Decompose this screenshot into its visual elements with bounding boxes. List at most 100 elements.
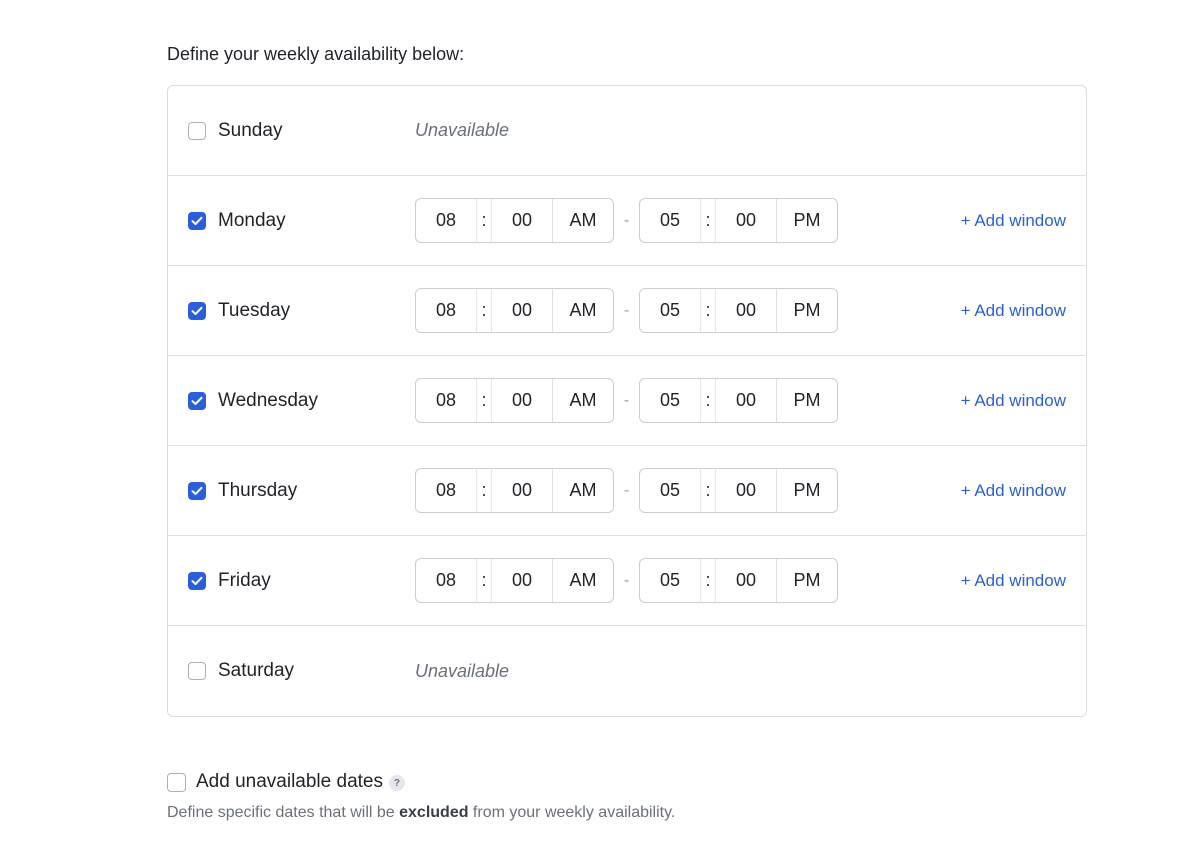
checkmark-icon	[191, 396, 203, 405]
start-minute-input[interactable]: 00	[492, 289, 553, 332]
time-colon: :	[700, 559, 716, 602]
day-row-wednesday: Wednesday 08 : 00 AM - 05 : 00 PM + Add …	[168, 356, 1086, 446]
day-checkbox-saturday[interactable]	[188, 662, 206, 680]
start-time-picker: 08 : 00 AM	[415, 468, 614, 513]
desc-text-after: from your weekly availability.	[468, 804, 676, 821]
day-label: Tuesday	[218, 299, 291, 321]
checkmark-icon	[191, 576, 203, 585]
end-hour-input[interactable]: 05	[640, 199, 700, 242]
end-time-picker: 05 : 00 PM	[639, 558, 838, 603]
unavailable-dates-label: Add unavailable dates	[196, 771, 383, 792]
end-minute-input[interactable]: 00	[716, 199, 777, 242]
end-time-picker: 05 : 00 PM	[639, 198, 838, 243]
start-ampm-select[interactable]: AM	[553, 199, 613, 242]
checkmark-icon	[191, 486, 203, 495]
time-window: 08 : 00 AM - 05 : 00 PM	[415, 198, 838, 243]
availability-page: Define your weekly availability below: S…	[0, 0, 1200, 848]
time-colon: :	[700, 469, 716, 512]
end-hour-input[interactable]: 05	[640, 559, 700, 602]
add-window-link-wednesday[interactable]: + Add window	[961, 391, 1066, 411]
end-time-picker: 05 : 00 PM	[639, 468, 838, 513]
add-window-link-tuesday[interactable]: + Add window	[961, 301, 1066, 321]
page-heading: Define your weekly availability below:	[167, 44, 465, 64]
day-row-tuesday: Tuesday 08 : 00 AM - 05 : 00 PM + Add wi…	[168, 266, 1086, 356]
time-window: 08 : 00 AM - 05 : 00 PM	[415, 468, 838, 513]
desc-text-before: Define specific dates that will be	[167, 804, 400, 821]
time-colon: :	[476, 469, 492, 512]
day-checkbox-tuesday[interactable]	[188, 301, 206, 320]
start-ampm-select[interactable]: AM	[553, 379, 613, 422]
start-hour-input[interactable]: 08	[416, 379, 476, 422]
day-checkbox-friday[interactable]	[188, 571, 206, 590]
checkmark-icon	[191, 216, 203, 225]
add-window-link-monday[interactable]: + Add window	[961, 211, 1066, 231]
time-window: 08 : 00 AM - 05 : 00 PM	[415, 288, 838, 333]
time-colon: :	[476, 559, 492, 602]
day-checkbox-wednesday[interactable]	[188, 391, 206, 410]
desc-text-bold: excluded	[399, 804, 469, 821]
day-label: Saturday	[218, 660, 295, 681]
time-window: 08 : 00 AM - 05 : 00 PM	[415, 378, 838, 423]
start-minute-input[interactable]: 00	[492, 379, 553, 422]
day-row-monday: Monday 08 : 00 AM - 05 : 00 PM + Add win…	[168, 176, 1086, 266]
unavailable-dates-description: Define specific dates that will be exclu…	[167, 804, 867, 822]
end-hour-input[interactable]: 05	[640, 379, 700, 422]
day-row-sunday: Sunday Unavailable	[168, 86, 1086, 176]
time-range-dash: -	[623, 391, 630, 409]
checkmark-icon	[191, 306, 203, 315]
day-label: Sunday	[218, 119, 283, 141]
unavailable-dates-checkbox[interactable]	[167, 772, 186, 792]
add-window-link-thursday[interactable]: + Add window	[961, 481, 1066, 501]
start-ampm-select[interactable]: AM	[553, 469, 613, 512]
weekly-availability-card: Sunday Unavailable Monday 08 : 00 AM - 0…	[167, 85, 1087, 717]
time-window: 08 : 00 AM - 05 : 00 PM	[415, 558, 838, 603]
start-ampm-select[interactable]: AM	[553, 289, 613, 332]
day-row-thursday: Thursday 08 : 00 AM - 05 : 00 PM + Add w…	[168, 446, 1086, 536]
start-minute-input[interactable]: 00	[492, 469, 553, 512]
end-minute-input[interactable]: 00	[716, 289, 777, 332]
time-range-dash: -	[623, 571, 630, 589]
end-ampm-select[interactable]: PM	[777, 469, 837, 512]
start-hour-input[interactable]: 08	[416, 289, 476, 332]
unavailable-status: Unavailable	[415, 660, 510, 681]
day-checkbox-monday[interactable]	[188, 211, 206, 230]
end-minute-input[interactable]: 00	[716, 379, 777, 422]
start-hour-input[interactable]: 08	[416, 199, 476, 242]
start-hour-input[interactable]: 08	[416, 469, 476, 512]
time-colon: :	[700, 289, 716, 332]
start-time-picker: 08 : 00 AM	[415, 558, 614, 603]
add-window-link-friday[interactable]: + Add window	[961, 571, 1066, 591]
end-hour-input[interactable]: 05	[640, 289, 700, 332]
time-colon: :	[700, 379, 716, 422]
time-colon: :	[476, 289, 492, 332]
time-range-dash: -	[623, 301, 630, 319]
end-ampm-select[interactable]: PM	[777, 199, 837, 242]
day-label: Wednesday	[218, 389, 318, 411]
day-label: Monday	[218, 209, 286, 231]
start-time-picker: 08 : 00 AM	[415, 378, 614, 423]
day-checkbox-sunday[interactable]	[188, 121, 206, 140]
start-minute-input[interactable]: 00	[492, 199, 553, 242]
start-minute-input[interactable]: 00	[492, 559, 553, 602]
day-checkbox-thursday[interactable]	[188, 481, 206, 500]
end-time-picker: 05 : 00 PM	[639, 378, 838, 423]
end-minute-input[interactable]: 00	[716, 559, 777, 602]
unavailable-status: Unavailable	[415, 120, 510, 140]
start-time-picker: 08 : 00 AM	[415, 198, 614, 243]
day-row-friday: Friday 08 : 00 AM - 05 : 00 PM + Add win…	[168, 536, 1086, 626]
day-label: Friday	[218, 569, 271, 591]
end-ampm-select[interactable]: PM	[777, 379, 837, 422]
time-colon: :	[476, 199, 492, 242]
end-ampm-select[interactable]: PM	[777, 559, 837, 602]
end-minute-input[interactable]: 00	[716, 469, 777, 512]
time-colon: :	[700, 199, 716, 242]
end-ampm-select[interactable]: PM	[777, 289, 837, 332]
start-ampm-select[interactable]: AM	[553, 559, 613, 602]
day-row-saturday: Saturday Unavailable	[168, 626, 1086, 716]
question-mark-icon[interactable]: ?	[388, 775, 405, 791]
end-hour-input[interactable]: 05	[640, 469, 700, 512]
start-time-picker: 08 : 00 AM	[415, 288, 614, 333]
end-time-picker: 05 : 00 PM	[639, 288, 838, 333]
time-range-dash: -	[623, 211, 630, 229]
start-hour-input[interactable]: 08	[416, 559, 476, 602]
